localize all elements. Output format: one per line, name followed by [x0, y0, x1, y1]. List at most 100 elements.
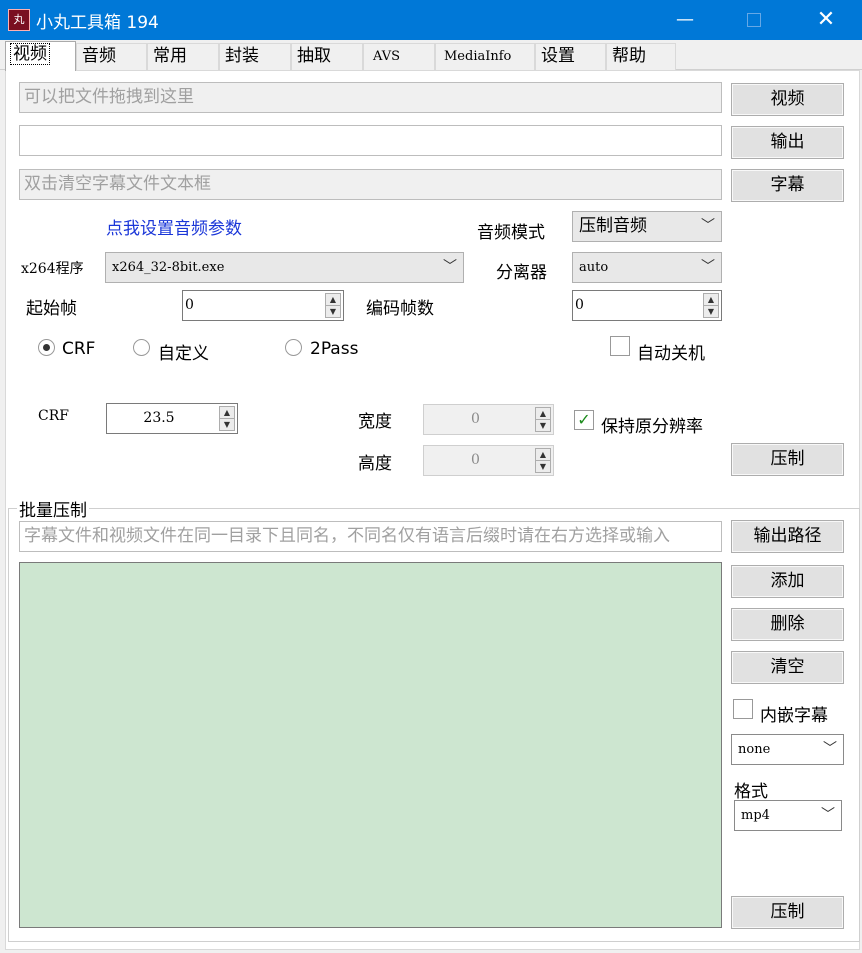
audio-mode-label: 音频模式	[477, 223, 545, 243]
spin-down-icon[interactable]: ▼	[326, 306, 340, 318]
tab-mediainfo[interactable]: MediaInfo	[435, 43, 535, 70]
custom-radio[interactable]	[133, 339, 150, 356]
tab-label: 常用	[153, 46, 187, 66]
start-frame-input[interactable]: 0 ▲ ▼	[182, 290, 344, 321]
close-button[interactable]: ✕	[803, 0, 849, 40]
window-title: 小丸工具箱 194	[36, 13, 159, 33]
subtitle-button[interactable]: 字幕	[731, 169, 844, 202]
auto-shutdown-checkbox[interactable]	[610, 336, 630, 356]
video-button[interactable]: 视频	[731, 83, 844, 116]
auto-shutdown-label: 自动关机	[637, 344, 705, 364]
x264-value: x264_32-8bit.exe	[112, 260, 225, 275]
batch-hint-input[interactable]: 字幕文件和视频文件在同一目录下且同名，不同名仅有语言后缀时请在右方选择或输入	[19, 521, 722, 552]
tab-label: 帮助	[612, 46, 646, 66]
embed-subtitle-checkbox[interactable]	[733, 699, 753, 719]
height-input[interactable]: 0 ▲ ▼	[423, 445, 554, 476]
tab-label: 封装	[225, 46, 259, 66]
twopass-radio[interactable]	[285, 339, 302, 356]
width-spinner[interactable]: ▲ ▼	[535, 407, 551, 432]
demuxer-value: auto	[579, 260, 609, 275]
chevron-down-icon: ﹀	[443, 259, 457, 275]
frame-count-input[interactable]: 0 ▲ ▼	[572, 290, 722, 321]
spin-up-icon[interactable]: ▲	[536, 408, 550, 420]
batch-encode-button[interactable]: 压制	[731, 896, 844, 929]
chevron-down-icon: ﹀	[823, 741, 837, 757]
add-button[interactable]: 添加	[731, 565, 844, 598]
x264-label-text: x264程序	[21, 261, 84, 277]
demuxer-label: 分离器	[496, 263, 547, 283]
tab-mux[interactable]: 封装	[219, 43, 291, 70]
clear-button[interactable]: 清空	[731, 651, 844, 684]
audio-settings-link[interactable]: 点我设置音频参数	[106, 214, 242, 239]
height-label: 高度	[358, 454, 392, 474]
tab-label: 音频	[82, 46, 116, 66]
format-label: 格式	[734, 782, 768, 802]
app-icon: 丸	[8, 9, 30, 31]
twopass-radio-label: 2Pass	[310, 339, 359, 359]
start-frame-value: 0	[185, 297, 194, 313]
tab-common[interactable]: 常用	[147, 43, 219, 70]
minimize-button[interactable]: —	[662, 0, 708, 40]
frame-count-value: 0	[575, 297, 584, 313]
width-value: 0	[471, 411, 480, 427]
crf-radio-label: CRF	[62, 339, 96, 359]
custom-radio-label: 自定义	[158, 344, 209, 364]
spin-up-icon[interactable]: ▲	[536, 449, 550, 461]
close-icon: ✕	[816, 7, 836, 32]
chevron-down-icon: ﹀	[701, 218, 715, 234]
audio-mode-select[interactable]: 压制音频 ﹀	[572, 211, 722, 242]
video-file-input[interactable]: 可以把文件拖拽到这里	[19, 82, 722, 113]
maximize-icon	[747, 13, 761, 27]
keep-resolution-label: 保持原分辨率	[601, 417, 703, 437]
tab-label: MediaInfo	[444, 49, 512, 64]
tab-label: AVS	[373, 49, 401, 64]
batch-group-title: 批量压制	[17, 496, 89, 521]
output-file-input[interactable]	[19, 125, 722, 156]
batch-file-list[interactable]	[19, 562, 722, 928]
crf-spinner[interactable]: ▲ ▼	[219, 406, 235, 431]
chevron-down-icon: ﹀	[821, 807, 835, 823]
height-value: 0	[471, 452, 480, 468]
crf-radio[interactable]	[38, 339, 55, 356]
width-label: 宽度	[358, 412, 392, 432]
frame-count-spinner[interactable]: ▲ ▼	[703, 293, 719, 318]
start-frame-spinner[interactable]: ▲ ▼	[325, 293, 341, 318]
tab-settings[interactable]: 设置	[535, 43, 606, 70]
spin-down-icon[interactable]: ▼	[536, 420, 550, 432]
crf-label: CRF	[38, 408, 69, 424]
tab-help[interactable]: 帮助	[606, 43, 676, 70]
subtitle-file-input[interactable]: 双击清空字幕文件文本框	[19, 169, 722, 200]
subtitle-language-value: none	[738, 742, 771, 757]
tab-label: 抽取	[297, 46, 331, 66]
spin-up-icon[interactable]: ▲	[326, 294, 340, 306]
subtitle-language-select[interactable]: none ﹀	[731, 734, 844, 765]
spin-down-icon[interactable]: ▼	[536, 461, 550, 473]
demuxer-select[interactable]: auto ﹀	[572, 252, 722, 283]
spin-down-icon[interactable]: ▼	[220, 419, 234, 431]
check-icon: ✓	[577, 410, 591, 429]
output-button[interactable]: 输出	[731, 126, 844, 159]
encode-button[interactable]: 压制	[731, 443, 844, 476]
tab-label: 视频	[10, 43, 50, 65]
tab-avs[interactable]: AVS	[363, 43, 435, 70]
format-select[interactable]: mp4 ﹀	[734, 800, 842, 831]
keep-resolution-checkbox[interactable]: ✓	[574, 410, 594, 430]
width-input[interactable]: 0 ▲ ▼	[423, 404, 554, 435]
x264-label: x264程序	[21, 258, 84, 278]
delete-button[interactable]: 删除	[731, 608, 844, 641]
tab-label: 设置	[541, 46, 575, 66]
x264-select[interactable]: x264_32-8bit.exe ﹀	[105, 252, 464, 283]
tab-extract[interactable]: 抽取	[291, 43, 363, 70]
crf-value: 23.5	[143, 410, 175, 426]
crf-input[interactable]: 23.5 ▲ ▼	[106, 403, 238, 434]
minimize-icon: —	[676, 9, 694, 30]
spin-down-icon[interactable]: ▼	[704, 306, 718, 318]
tab-video[interactable]: 视频	[5, 41, 76, 71]
tab-audio[interactable]: 音频	[76, 43, 147, 70]
audio-mode-value: 压制音频	[579, 216, 647, 236]
height-spinner[interactable]: ▲ ▼	[535, 448, 551, 473]
spin-up-icon[interactable]: ▲	[704, 294, 718, 306]
maximize-button[interactable]	[731, 0, 777, 40]
output-path-button[interactable]: 输出路径	[731, 520, 844, 553]
spin-up-icon[interactable]: ▲	[220, 407, 234, 419]
